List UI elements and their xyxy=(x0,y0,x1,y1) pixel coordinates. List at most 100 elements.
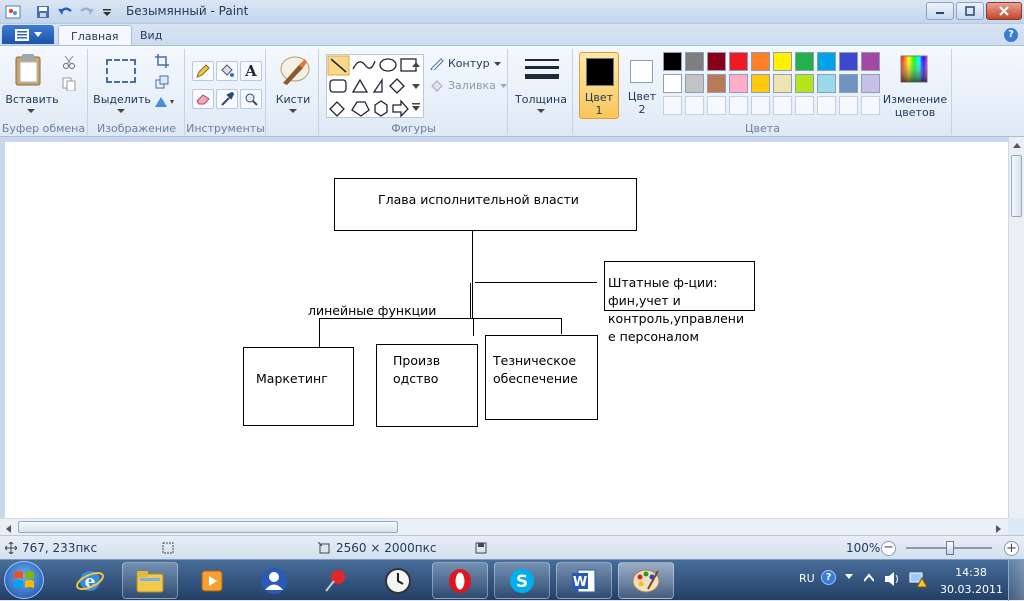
pencil-icon[interactable] xyxy=(192,61,214,81)
palette-color[interactable] xyxy=(817,52,836,71)
palette-color[interactable] xyxy=(839,74,858,93)
chevron-down-icon xyxy=(33,31,42,37)
brush-icon[interactable] xyxy=(277,55,311,90)
eraser-icon[interactable] xyxy=(192,89,214,109)
palette-custom-slot[interactable] xyxy=(795,96,814,115)
clock-date[interactable]: 30.03.2011 xyxy=(940,583,1003,596)
edit-colors-label[interactable]: Изменение цветов xyxy=(880,93,950,119)
language-help-icon[interactable]: ? xyxy=(821,570,836,585)
internet-explorer-icon: e xyxy=(76,570,104,592)
paint-app-icon[interactable] xyxy=(4,3,22,21)
vertical-scrollbar[interactable] xyxy=(1008,137,1024,518)
horizontal-scroll-thumb[interactable] xyxy=(18,521,398,533)
palette-color[interactable] xyxy=(861,52,880,71)
palette-color[interactable] xyxy=(729,74,748,93)
taskbar-explorer[interactable] xyxy=(122,562,178,599)
palette-color[interactable] xyxy=(773,74,792,93)
customize-qat-icon[interactable] xyxy=(98,3,116,21)
crop-icon[interactable] xyxy=(155,54,169,71)
help-icon[interactable]: ? xyxy=(1004,28,1018,42)
select-icon[interactable] xyxy=(106,59,136,83)
palette-color[interactable] xyxy=(861,74,880,93)
palette-color[interactable] xyxy=(729,52,748,71)
palette-color[interactable] xyxy=(685,74,704,93)
shapes-scroll-up-icon[interactable] xyxy=(412,57,420,70)
outline-button[interactable]: Контур xyxy=(430,57,501,70)
palette-color[interactable] xyxy=(839,52,858,71)
taskbar-ie[interactable]: e xyxy=(62,562,118,599)
magnifier-icon[interactable] xyxy=(240,89,262,109)
clipboard-group: Вставить Буфер обмена xyxy=(0,49,88,135)
language-indicator[interactable]: RU xyxy=(799,572,815,585)
zoom-slider-thumb[interactable] xyxy=(946,541,954,555)
taskbar-media[interactable] xyxy=(184,562,240,599)
palette-color[interactable] xyxy=(663,52,682,71)
palette-color[interactable] xyxy=(707,52,726,71)
vertical-scroll-thumb[interactable] xyxy=(1011,155,1022,217)
taskbar-paint[interactable] xyxy=(618,562,674,599)
shapes-scroll-down-icon[interactable] xyxy=(412,79,420,92)
horizontal-scrollbar[interactable] xyxy=(0,518,1008,535)
taskbar-opera[interactable] xyxy=(432,562,488,599)
taskbar-pushpin[interactable] xyxy=(308,562,364,599)
palette-custom-slot[interactable] xyxy=(773,96,792,115)
start-button[interactable] xyxy=(4,561,44,599)
color-picker-icon[interactable] xyxy=(216,89,238,109)
cut-icon[interactable] xyxy=(62,55,76,72)
media-player-icon xyxy=(201,570,223,591)
redo-icon[interactable] xyxy=(78,3,96,21)
brushes-button-label[interactable]: Кисти xyxy=(267,93,319,106)
rotate-icon[interactable] xyxy=(153,95,175,112)
palette-custom-slot[interactable] xyxy=(729,96,748,115)
clock-time[interactable]: 14:38 xyxy=(940,566,1002,579)
palette-color[interactable] xyxy=(751,74,770,93)
size-button-label[interactable]: Толщина xyxy=(509,93,573,106)
palette-color[interactable] xyxy=(795,74,814,93)
fill-button[interactable]: Заливка xyxy=(430,79,507,92)
color2-button[interactable]: Цвет 2 xyxy=(622,52,662,119)
fill-bucket-icon[interactable] xyxy=(216,61,238,81)
taskbar-clock-app[interactable] xyxy=(370,562,426,599)
palette-custom-slot[interactable] xyxy=(751,96,770,115)
undo-icon[interactable] xyxy=(56,3,74,21)
drawing-canvas[interactable]: Глава исполнительной власти Штатные ф-ци… xyxy=(5,142,1008,518)
palette-color[interactable] xyxy=(817,74,836,93)
maximize-button[interactable] xyxy=(956,2,984,20)
taskbar-skype[interactable]: S xyxy=(494,562,550,599)
taskbar-user[interactable] xyxy=(246,562,302,599)
select-button-label[interactable]: Выделить xyxy=(91,93,153,106)
palette-color[interactable] xyxy=(663,74,682,93)
palette-custom-slot[interactable] xyxy=(839,96,858,115)
opera-icon xyxy=(449,568,471,593)
paste-icon[interactable] xyxy=(14,53,44,90)
palette-custom-slot[interactable] xyxy=(663,96,682,115)
paint-menu-button[interactable] xyxy=(2,25,54,44)
palette-color[interactable] xyxy=(707,74,726,93)
palette-custom-slot[interactable] xyxy=(861,96,880,115)
shapes-gallery[interactable] xyxy=(326,54,424,118)
palette-color[interactable] xyxy=(685,52,704,71)
palette-color[interactable] xyxy=(751,52,770,71)
palette-color[interactable] xyxy=(795,52,814,71)
palette-color[interactable] xyxy=(773,52,792,71)
zoom-out-button[interactable]: − xyxy=(881,541,896,556)
minimize-button[interactable] xyxy=(926,2,954,20)
text-tool-icon[interactable]: A xyxy=(240,61,262,81)
palette-custom-slot[interactable] xyxy=(685,96,704,115)
save-icon[interactable] xyxy=(34,3,52,21)
taskbar-word[interactable]: W xyxy=(556,562,612,599)
line-size-icon[interactable] xyxy=(525,59,559,86)
edit-colors-icon[interactable] xyxy=(900,55,928,86)
shapes-expand-icon[interactable] xyxy=(412,101,420,114)
zoom-in-button[interactable]: + xyxy=(1004,541,1019,556)
show-desktop-button[interactable] xyxy=(1008,560,1024,601)
paste-button-label[interactable]: Вставить xyxy=(4,93,60,106)
tab-home[interactable]: Главная xyxy=(58,25,132,46)
palette-custom-slot[interactable] xyxy=(817,96,836,115)
close-button[interactable] xyxy=(986,2,1022,20)
color1-button[interactable]: Цвет 1 xyxy=(579,52,619,119)
tab-view[interactable]: Вид xyxy=(128,25,174,46)
palette-custom-slot[interactable] xyxy=(707,96,726,115)
resize-icon[interactable] xyxy=(155,75,169,92)
copy-icon[interactable] xyxy=(62,77,76,94)
